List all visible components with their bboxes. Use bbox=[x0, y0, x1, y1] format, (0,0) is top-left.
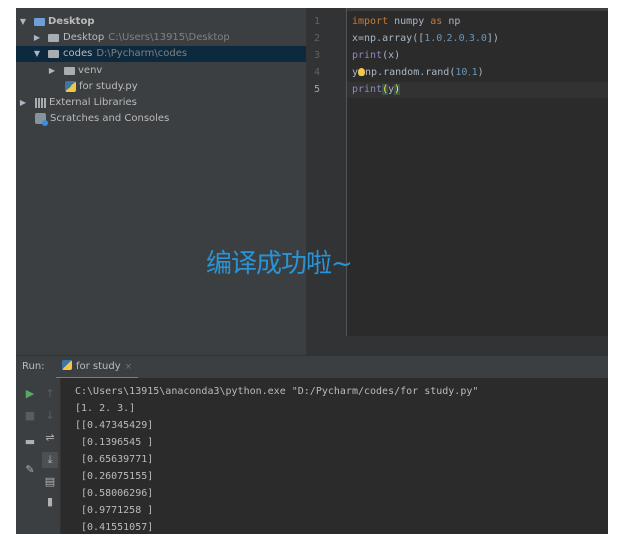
tree-item-label: for study.py bbox=[79, 81, 138, 92]
code-line-4[interactable]: y np.random.rand(10,1) bbox=[352, 67, 484, 78]
number: 10 bbox=[455, 67, 468, 78]
number: 2.0 bbox=[446, 33, 465, 44]
stop-icon[interactable]: ■ bbox=[22, 408, 38, 424]
console-line: C:\Users\13915\anaconda3\python.exe "D:/… bbox=[75, 386, 479, 397]
keyword: as bbox=[430, 16, 443, 27]
pin-icon[interactable]: ✎ bbox=[22, 462, 38, 478]
line-number: 3 bbox=[313, 50, 320, 61]
console-line: [[0.47345429] bbox=[75, 420, 154, 431]
tree-item-path: C:\Users\13915\Desktop bbox=[108, 32, 230, 43]
collapse-arrow-icon[interactable]: ▶ bbox=[32, 30, 42, 46]
code-text: x=np.array([ bbox=[352, 33, 425, 44]
arrow-down-icon[interactable]: ↓ bbox=[42, 408, 58, 424]
arrow-up-icon[interactable]: ↑ bbox=[42, 386, 58, 402]
expand-arrow-icon[interactable]: ▼ bbox=[32, 46, 42, 62]
tree-item-venv[interactable]: ▶ venv bbox=[16, 63, 306, 79]
code-text: ]) bbox=[486, 33, 499, 44]
collapse-arrow-icon[interactable]: ▶ bbox=[18, 95, 28, 111]
run-tab-for-study[interactable]: for study × bbox=[56, 356, 139, 379]
line-number: 2 bbox=[313, 33, 320, 44]
desktop-folder-icon bbox=[34, 18, 45, 26]
line-number: 1 bbox=[313, 16, 320, 27]
number: 3.0 bbox=[468, 33, 487, 44]
console-line: [0.58006296] bbox=[75, 488, 154, 499]
tree-item-label: Desktop bbox=[48, 16, 95, 27]
code-line-3[interactable]: print(x) bbox=[352, 50, 400, 61]
console-line: [0.26075155] bbox=[75, 471, 154, 482]
code-line-1[interactable]: import numpy as np bbox=[352, 16, 460, 27]
tree-item-label: codes bbox=[63, 48, 93, 59]
matched-paren: ) bbox=[394, 84, 401, 95]
code-text: np.random.rand( bbox=[365, 67, 456, 78]
console-line: [0.9771258 ] bbox=[75, 505, 154, 516]
project-tool-window: ▼ Desktop ▶ Desktop C:\Users\13915\Deskto… bbox=[16, 8, 306, 355]
code-text: numpy bbox=[388, 16, 431, 27]
folder-icon bbox=[48, 50, 59, 58]
print-icon[interactable]: ▤ bbox=[42, 474, 58, 490]
tree-item-desktop[interactable]: ▶ Desktop C:\Users\13915\Desktop bbox=[16, 30, 306, 46]
code-text: np bbox=[442, 16, 461, 27]
play-icon[interactable]: ▶ bbox=[22, 386, 38, 402]
tree-item-external-libraries[interactable]: ▶ External Libraries bbox=[16, 95, 306, 111]
number: 1.0 bbox=[424, 33, 443, 44]
console-line: [0.1396545 ] bbox=[75, 437, 154, 448]
tree-item-for-study-py[interactable]: for study.py bbox=[16, 79, 306, 95]
editor-tab-bar bbox=[306, 8, 608, 11]
scratches-icon bbox=[35, 113, 48, 126]
folder-icon bbox=[64, 67, 75, 75]
line-number: 4 bbox=[313, 67, 320, 78]
tree-item-label: Desktop bbox=[63, 32, 105, 43]
lightbulb-icon[interactable] bbox=[358, 68, 366, 76]
tree-item-path: D:\Pycharm\codes bbox=[96, 48, 188, 59]
run-tab-label: for study bbox=[76, 361, 121, 372]
builtin-function: print bbox=[352, 50, 383, 61]
tree-item-desktop-root[interactable]: ▼ Desktop bbox=[16, 14, 306, 30]
library-icon bbox=[35, 98, 46, 108]
python-file-icon bbox=[62, 360, 72, 370]
tree-item-label: venv bbox=[78, 65, 103, 76]
run-label: Run: bbox=[22, 361, 45, 372]
layout-icon[interactable]: ▬ bbox=[22, 434, 38, 450]
tree-item-label: Scratches and Consoles bbox=[50, 113, 170, 124]
tree-item-label-group: Desktop C:\Users\13915\Desktop bbox=[63, 30, 230, 46]
tree-item-codes[interactable]: ▼ codes D:\Pycharm\codes bbox=[16, 46, 306, 62]
code-line-5[interactable]: print(y) bbox=[352, 84, 401, 95]
line-number: 5 bbox=[313, 84, 320, 95]
tree-item-label-group: codes D:\Pycharm\codes bbox=[63, 46, 187, 62]
console-output[interactable]: C:\Users\13915\anaconda3\python.exe "D:/… bbox=[61, 378, 608, 534]
trash-icon[interactable]: ▮ bbox=[42, 494, 58, 510]
run-tool-window-header: Run: for study × bbox=[16, 355, 608, 379]
console-line: [0.65639771] bbox=[75, 454, 154, 465]
line-number-gutter: 1 2 3 4 5 bbox=[306, 8, 347, 355]
scroll-to-end-icon[interactable]: ⤓ bbox=[42, 452, 58, 468]
folder-icon bbox=[48, 34, 59, 42]
soft-wrap-icon[interactable]: ⇌ bbox=[42, 430, 58, 446]
console-line: [0.41551057] bbox=[75, 522, 154, 533]
code-text: (x) bbox=[382, 50, 401, 61]
editor-bottom-strip bbox=[306, 336, 608, 355]
run-toolbar: ▶ ↑ ■ ↓ ▬ ⇌ ⤓ ✎ ▤ ▮ bbox=[16, 378, 61, 534]
tree-item-scratches[interactable]: Scratches and Consoles bbox=[16, 111, 306, 127]
code-text: ) bbox=[477, 67, 484, 78]
tree-item-label: External Libraries bbox=[49, 97, 137, 108]
close-icon[interactable]: × bbox=[125, 362, 133, 372]
keyword: import bbox=[352, 16, 389, 27]
console-line: [1. 2. 3.] bbox=[75, 403, 136, 414]
python-file-icon bbox=[65, 81, 76, 92]
ide-window: ▼ Desktop ▶ Desktop C:\Users\13915\Deskto… bbox=[16, 8, 608, 534]
code-editor[interactable]: 1 2 3 4 5 import numpy as np x=np.array(… bbox=[306, 8, 608, 355]
code-line-2[interactable]: x=np.array([1.0,2.0,3.0]) bbox=[352, 33, 499, 44]
expand-arrow-icon[interactable]: ▼ bbox=[18, 14, 28, 30]
collapse-arrow-icon[interactable]: ▶ bbox=[47, 63, 57, 79]
overlay-caption: 编译成功啦~ bbox=[206, 249, 353, 279]
builtin-function: print bbox=[352, 84, 383, 95]
